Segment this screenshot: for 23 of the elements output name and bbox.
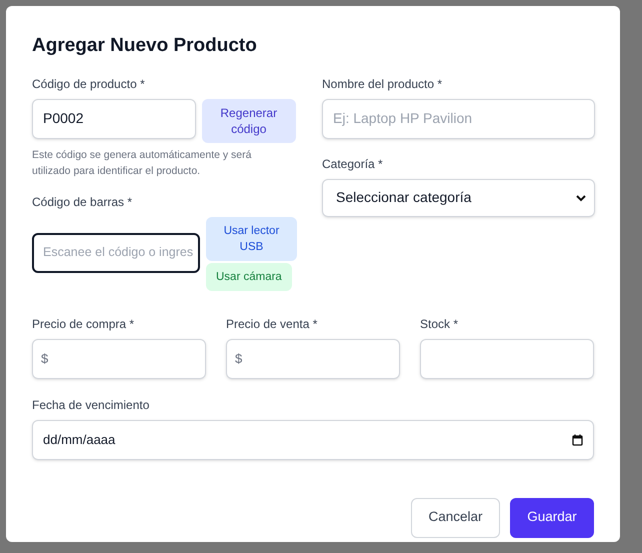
field-label: Nombre del producto * (322, 76, 444, 92)
cancel-button[interactable]: Cancelar (411, 498, 500, 538)
calendar-icon[interactable] (572, 434, 583, 446)
dialog-title: Agregar Nuevo Producto (32, 34, 258, 58)
camera-button[interactable]: Usar cámara (206, 262, 292, 290)
field-label: Código de barras * (32, 194, 134, 210)
field-label: Categoría * (322, 156, 384, 172)
field-label: Precio de compra * (32, 316, 136, 332)
input-field[interactable]: P0002 (32, 98, 196, 138)
chevron-down-icon (576, 194, 586, 202)
date-field[interactable]: dd/mm/aaaa (32, 420, 594, 460)
category-dropdown[interactable]: Seleccionar categoría (322, 178, 595, 216)
field-label: Fecha de vencimiento (32, 396, 150, 414)
field-label: Código de producto * (32, 76, 146, 92)
input-field[interactable]: $ (32, 338, 206, 378)
usb-reader-button[interactable]: Usar lector USB (206, 216, 297, 260)
field-label: Stock * (420, 316, 460, 332)
input-field[interactable] (420, 338, 594, 378)
regenerate-button[interactable]: Regenerar código (202, 98, 296, 142)
field-label: Precio de venta * (226, 316, 318, 332)
input-field[interactable]: $ (226, 338, 400, 378)
help-text: Este código se genera automáticamente y será utilizado para identificar el producto. (32, 148, 252, 178)
save-button[interactable]: Guardar (510, 498, 594, 538)
